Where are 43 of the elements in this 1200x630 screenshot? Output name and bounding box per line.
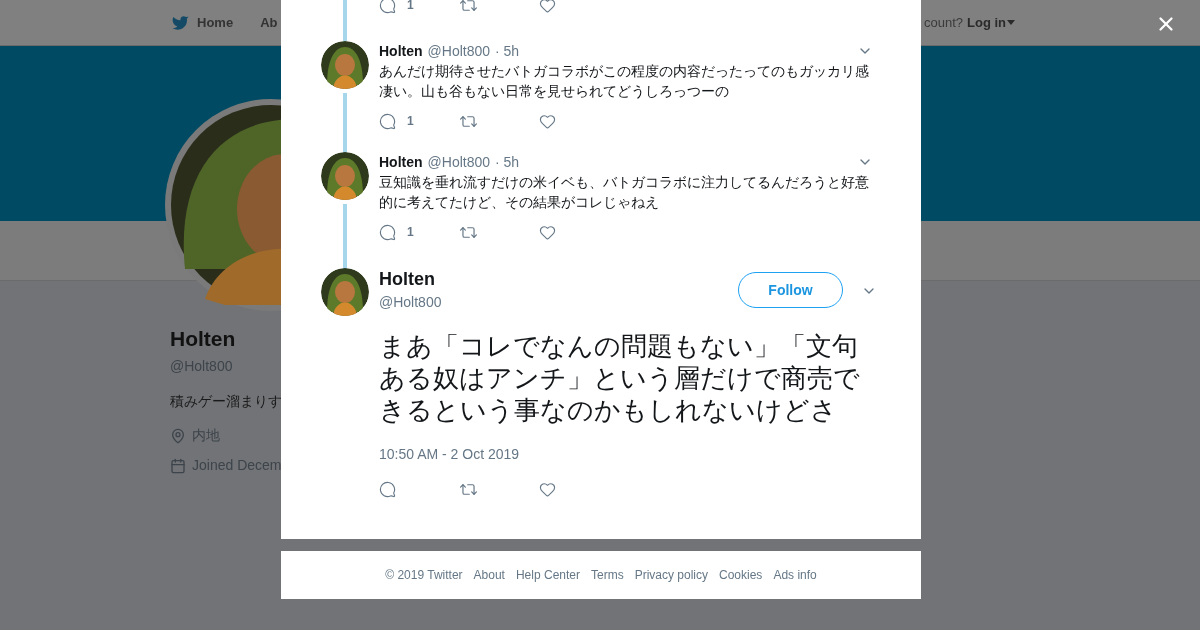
avatar[interactable] bbox=[321, 152, 369, 200]
nav-link[interactable]: Home bbox=[171, 12, 234, 33]
footer-link[interactable]: Terms bbox=[591, 566, 624, 584]
author-handle: @Holt800 bbox=[427, 152, 491, 172]
tweet-time: · 5h bbox=[495, 152, 520, 172]
tweet-text: まあ「コレでなんの問題もない」「文句ある奴はアンチ」という層だけで商売できるという事なのかもしれないけどさ bbox=[379, 330, 861, 426]
like-icon[interactable] bbox=[539, 480, 556, 498]
footer-link[interactable]: © 2019 Twitter bbox=[385, 566, 463, 584]
like-icon[interactable] bbox=[539, 112, 556, 130]
bird-icon bbox=[171, 13, 190, 32]
tweet-text: あんだけ期待させたバトガコラボがこの程度の内容だったってのもガッカリ感凄い。山も谷もない日常を見せられてどうしろっつーの bbox=[379, 62, 870, 101]
calendar-icon bbox=[170, 457, 186, 474]
footer-link[interactable]: About bbox=[473, 566, 505, 584]
reply-count: 1 bbox=[407, 0, 414, 14]
tweet-time: · 5h bbox=[495, 41, 520, 61]
author-handle: @Holt800 bbox=[379, 293, 442, 312]
tweet-timestamp: 10:50 AM - 2 Oct 2019 bbox=[379, 445, 521, 464]
footer-link[interactable]: Help Center bbox=[515, 566, 580, 584]
author-name[interactable]: Holten bbox=[379, 151, 423, 173]
reply-icon[interactable] bbox=[379, 0, 396, 14]
reply-icon[interactable] bbox=[379, 480, 396, 498]
footer-link[interactable]: Cookies bbox=[719, 566, 763, 584]
reply-count: 1 bbox=[407, 113, 414, 130]
reply-icon[interactable] bbox=[379, 112, 396, 130]
reply-count: 1 bbox=[407, 224, 414, 241]
tweet-text: 豆知識を垂れ流すだけの米イベも、バトガコラボに注力してるんだろうと好意的に考えてたけど、その結果がコレじゃねえ bbox=[379, 173, 870, 212]
nav-link[interactable]: Ab bbox=[260, 12, 278, 33]
profile-name: Holten bbox=[170, 326, 236, 352]
author-handle: @Holt800 bbox=[427, 41, 491, 61]
author-name[interactable]: Holten bbox=[379, 40, 423, 62]
account-prompt: count? bbox=[923, 13, 963, 32]
avatar[interactable] bbox=[321, 268, 369, 316]
location-icon bbox=[170, 427, 186, 444]
caret-icon bbox=[1007, 20, 1015, 25]
footer-link[interactable]: Ads info bbox=[773, 566, 817, 584]
profile-bio: 積みゲー溜まりす bbox=[170, 392, 282, 411]
avatar[interactable] bbox=[321, 41, 369, 89]
author-name[interactable]: Holten bbox=[379, 268, 442, 290]
like-icon[interactable] bbox=[539, 223, 556, 241]
like-icon[interactable] bbox=[539, 0, 556, 14]
reply-icon[interactable] bbox=[379, 223, 396, 241]
footer-link[interactable]: Privacy policy bbox=[634, 566, 708, 584]
login-button[interactable]: Log in bbox=[967, 12, 1015, 33]
